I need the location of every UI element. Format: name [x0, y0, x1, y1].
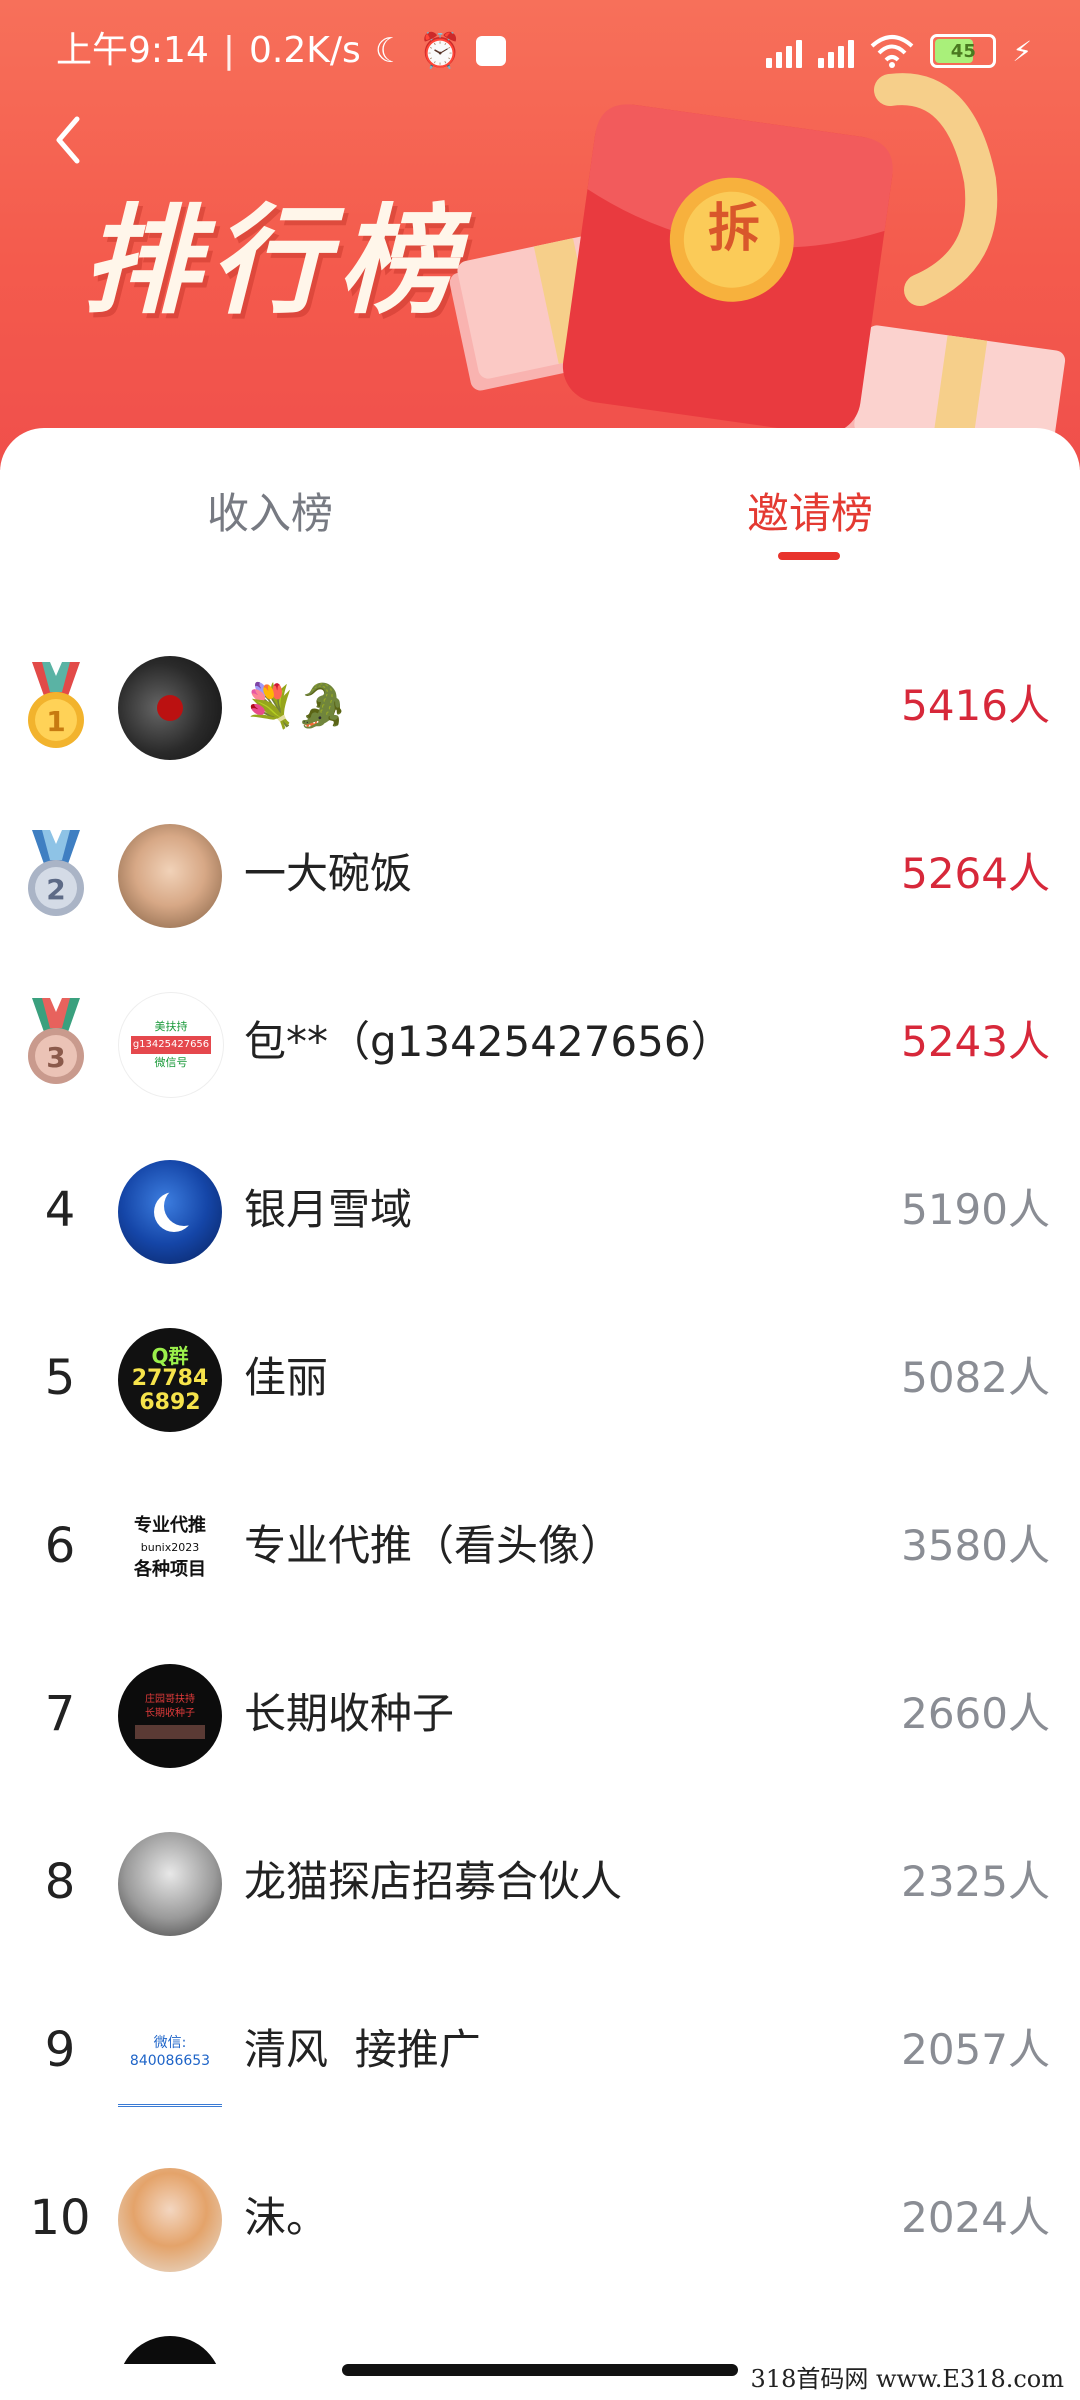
avatar-text: Q群 — [151, 1344, 189, 1368]
rank-number: 5 — [44, 1350, 76, 1406]
avatar[interactable]: 微信: 840086653 — [118, 2000, 222, 2107]
avatar-text: 美扶持 — [154, 1020, 188, 1033]
avatar-text: 6892 — [139, 1390, 201, 1415]
invite-count: 2325人 — [901, 1857, 1050, 1906]
avatar[interactable] — [118, 2336, 222, 2364]
avatar-text: 微信: — [153, 2035, 187, 2051]
avatar-text: 27784 — [131, 1366, 209, 1391]
rank-number: 9 — [44, 2022, 76, 2078]
invite-count: 5190人 — [901, 1185, 1050, 1234]
back-button[interactable] — [38, 110, 98, 170]
page-title: 排行榜 — [82, 192, 467, 330]
list-item[interactable]: 8 龙猫探店招募合伙人 2325人 — [0, 1800, 1080, 1968]
avatar-text: 各种项目 — [134, 1559, 206, 1580]
avatar[interactable]: Q群 27784 6892 — [118, 1328, 222, 1432]
avatar-text: g13425427656 — [130, 1036, 212, 1054]
user-name: 宝宝 — [244, 2356, 328, 2364]
user-name: 长期收种子 — [244, 1689, 455, 1738]
invite-count: 2024人 — [901, 2193, 1050, 2242]
user-name: 银月雪域 — [244, 1185, 413, 1234]
list-item[interactable]: 4 银月雪域 5190人 — [0, 1128, 1080, 1296]
rank-number: 7 — [44, 1686, 76, 1742]
list-item[interactable]: 2 一大碗饭 5264人 — [0, 792, 1080, 960]
avatar[interactable] — [118, 1832, 222, 1936]
invite-count: 5264人 — [901, 849, 1050, 898]
user-name: 一大碗饭 — [244, 849, 413, 898]
avatar[interactable] — [118, 656, 222, 760]
avatar[interactable]: 美扶持 g13425427656 微信号 — [118, 992, 224, 1098]
invite-count: 5243人 — [901, 1017, 1050, 1066]
invite-count: 2057人 — [901, 2025, 1050, 2074]
home-indicator[interactable] — [342, 2364, 738, 2376]
list-item[interactable]: 10 沫。 2024人 — [0, 2136, 1080, 2304]
watermark: 318首码网 www.E318.com — [750, 2365, 1064, 2393]
rank-number: 6 — [44, 1518, 76, 1574]
list-item[interactable]: 9 微信: 840086653 清风 接推广 2057人 — [0, 1968, 1080, 2136]
header-banner: 上午9:14 | 0.2K/s ☾ ⏰ 45 ⚡ 排行榜 拆 — [0, 0, 1080, 470]
ranking-list: 1 💐🐊 5416人 2 一大碗饭 5264人 3 美扶持 g134254276… — [0, 624, 1080, 2364]
list-item[interactable]: 6 专业代推 bunix2023 各种项目 专业代推（看头像） 3580人 — [0, 1464, 1080, 1632]
moon-icon: ☾ — [374, 31, 406, 71]
status-speed: 0.2K/s — [248, 30, 361, 71]
avatar-text: 微信号 — [154, 1056, 188, 1069]
chevron-left-icon — [56, 116, 80, 164]
avatar[interactable] — [118, 824, 222, 928]
invite-count: 5416人 — [901, 681, 1050, 730]
user-name: 清风 接推广 — [244, 2025, 481, 2074]
tab-bar: 收入榜 邀请榜 — [0, 428, 1080, 588]
tab-income[interactable]: 收入榜 — [120, 480, 420, 541]
user-name: 佳丽 — [244, 1353, 329, 1402]
rank-number: 8 — [44, 1854, 76, 1910]
avatar[interactable]: 庄园哥扶持 长期收种子 — [118, 1664, 222, 1768]
user-name: 包**（g13425427656） — [244, 1017, 733, 1066]
avatar[interactable] — [118, 2168, 222, 2272]
rank-number: 11 — [22, 2354, 98, 2364]
ranking-card: 收入榜 邀请榜 1 💐🐊 5416人 2 一大碗饭 5264人 3 美扶持 g1… — [0, 428, 1080, 2400]
avatar-text: 庄园哥扶持 — [145, 1694, 195, 1705]
silver-medal-icon: 2 — [28, 830, 84, 916]
battery-level: 45 — [950, 40, 976, 62]
gold-medal-icon: 1 — [28, 662, 84, 748]
list-item[interactable]: 5 Q群 27784 6892 佳丽 5082人 — [0, 1296, 1080, 1464]
list-item[interactable]: 7 庄园哥扶持 长期收种子 长期收种子 2660人 — [0, 1632, 1080, 1800]
user-name: 沫。 — [244, 2193, 329, 2242]
list-item[interactable]: 1 💐🐊 5416人 — [0, 624, 1080, 792]
status-time: 上午9:14 — [56, 30, 209, 71]
svg-text:2: 2 — [46, 873, 65, 906]
status-divider: | — [222, 30, 235, 71]
list-item[interactable]: 3 美扶持 g13425427656 微信号 包**（g13425427656）… — [0, 960, 1080, 1128]
invite-count: 3580人 — [901, 1521, 1050, 1570]
avatar-text: 840086653 — [129, 2053, 211, 2069]
active-tab-indicator — [778, 552, 840, 560]
rank-number: 10 — [29, 2190, 91, 2246]
user-name: 龙猫探店招募合伙人 — [244, 1857, 623, 1906]
user-name: 专业代推（看头像） — [244, 1521, 623, 1570]
avatar[interactable]: 专业代推 bunix2023 各种项目 — [118, 1496, 222, 1600]
invite-count: 5082人 — [901, 1353, 1050, 1402]
rank-number: 4 — [44, 1182, 76, 1238]
list-item[interactable]: 11 宝宝 1352人 — [0, 2304, 1080, 2364]
svg-text:3: 3 — [46, 1041, 65, 1074]
avatar-text: bunix2023 — [140, 1541, 200, 1554]
invite-count: 2660人 — [901, 1689, 1050, 1738]
avatar-text: 长期收种子 — [145, 1708, 195, 1719]
avatar-text: 专业代推 — [134, 1515, 206, 1536]
envelope-open-label: 拆 — [708, 199, 760, 259]
avatar[interactable] — [118, 1160, 222, 1264]
bronze-medal-icon: 3 — [28, 998, 84, 1084]
user-name: 💐🐊 — [244, 681, 349, 730]
red-envelope-illustration: 拆 — [449, 73, 1066, 469]
tab-invite[interactable]: 邀请榜 — [660, 480, 960, 541]
svg-text:1: 1 — [46, 705, 65, 738]
